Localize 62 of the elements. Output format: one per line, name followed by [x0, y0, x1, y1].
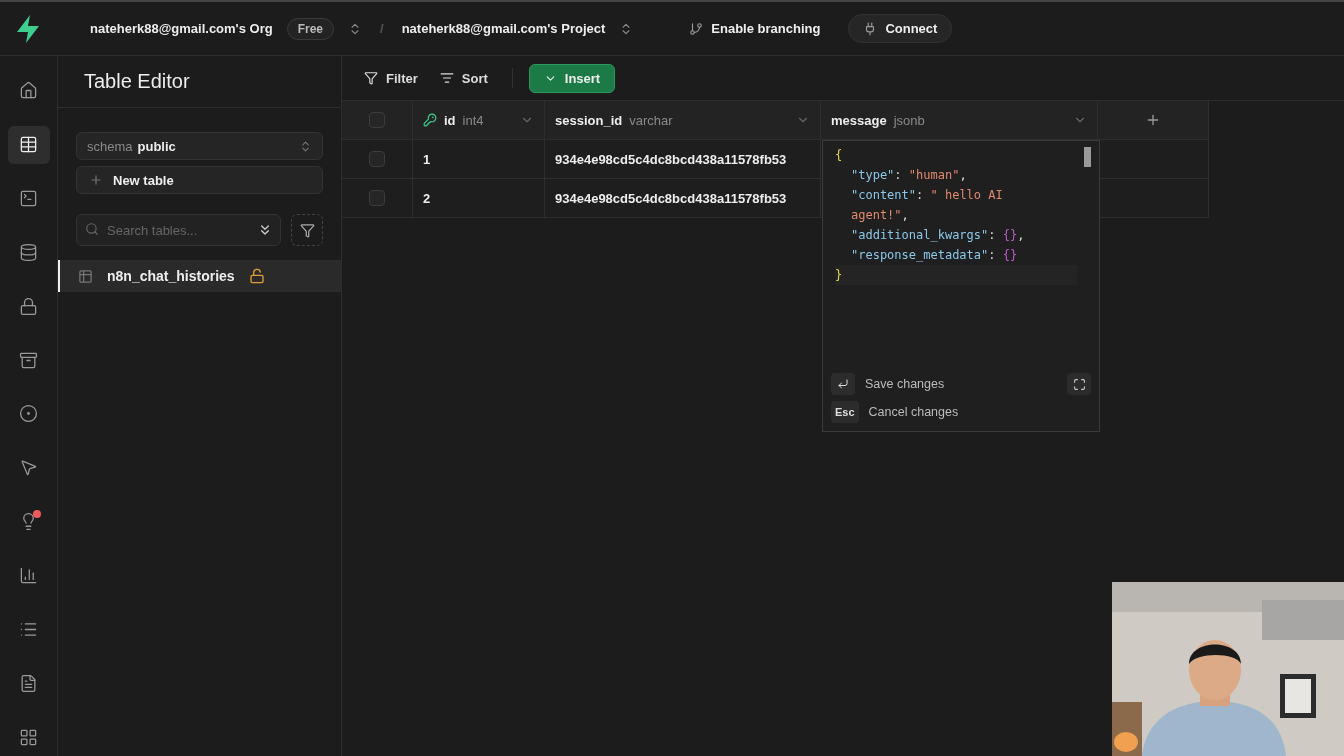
logo-icon[interactable] — [14, 13, 42, 44]
archive-icon — [19, 350, 38, 370]
table-cell: 2 — [413, 179, 545, 218]
branching-button[interactable]: Enable branching — [675, 15, 835, 42]
insert-button[interactable]: Insert — [528, 63, 616, 93]
sidebar-title: Table Editor — [84, 70, 190, 93]
filter-button[interactable]: Filter — [356, 66, 426, 90]
document-icon — [19, 673, 38, 693]
notification-dot — [32, 509, 41, 518]
connect-button[interactable]: Connect — [848, 14, 953, 43]
json-editor[interactable]: { "type": "human", "content": " hello AI agent!", "additional_kwargs": {}, "response_metadata": {} } Save changes Esc Cancel changes — [822, 140, 1100, 432]
chevrons-icon — [299, 139, 312, 153]
grid-icon — [19, 727, 38, 747]
filter-button[interactable] — [291, 214, 323, 246]
expand-icon — [1072, 377, 1086, 391]
circle-icon — [19, 404, 38, 424]
schema-select[interactable]: schema public — [76, 132, 323, 160]
expand-button[interactable] — [1067, 373, 1091, 395]
save-changes-link[interactable]: Save changes — [865, 377, 945, 391]
table-list-item[interactable]: n8n_chat_histories — [58, 260, 341, 292]
code-line: "content": " hello AI — [850, 187, 1004, 204]
breadcrumb-separator: / — [380, 21, 384, 36]
esc-key: Esc — [831, 401, 859, 423]
column-header[interactable]: id int4 — [413, 101, 545, 140]
code-line: "additional_kwargs": {}, — [850, 227, 1026, 244]
code-line: "response_metadata": {} — [850, 247, 1019, 264]
table-cell: 1 — [413, 140, 545, 179]
chart-icon — [19, 566, 38, 585]
column-header[interactable]: message jsonb — [821, 101, 1098, 140]
table-icon — [19, 135, 38, 155]
scrollbar[interactable] — [1084, 147, 1091, 167]
lock-icon — [19, 296, 38, 316]
search-icon — [85, 222, 99, 236]
sort-icon — [439, 71, 454, 85]
plus-icon — [1145, 112, 1161, 128]
plan-badge: Free — [286, 17, 335, 40]
column-header[interactable]: session_id varchar — [545, 101, 821, 140]
branch-icon — [689, 21, 704, 36]
row-checkbox[interactable] — [369, 190, 385, 206]
org-name[interactable]: nateherk88@gmail.com's Org — [90, 21, 273, 36]
code-line: agent!", — [850, 207, 910, 224]
filter-icon — [299, 222, 315, 238]
rail-button[interactable] — [7, 125, 50, 164]
filter-icon — [364, 71, 378, 85]
search-field[interactable]: Search tables... — [76, 214, 281, 246]
table-cell: 934e4e98cd5c4dc8bcd438a11578fb53 — [545, 140, 821, 179]
enter-key-icon — [831, 373, 855, 395]
pointer-icon — [19, 458, 38, 478]
code-line: "type": "human", — [850, 167, 968, 184]
code-line: { — [835, 147, 844, 164]
plus-icon — [89, 173, 103, 187]
terminal-icon — [19, 189, 38, 209]
database-icon — [19, 242, 38, 262]
home-icon — [19, 81, 38, 101]
sort-button[interactable]: Sort — [431, 66, 496, 90]
table-icon — [78, 268, 93, 284]
new-table-button[interactable]: New table — [76, 166, 323, 194]
cancel-changes-link[interactable]: Cancel changes — [868, 405, 959, 419]
project-name[interactable]: nateherk88@gmail.com's Project — [401, 21, 606, 36]
select-all-checkbox[interactable] — [369, 112, 385, 128]
table-cell: 934e4e98cd5c4dc8bcd438a11578fb53 — [545, 179, 821, 218]
row-checkbox[interactable] — [369, 151, 385, 167]
